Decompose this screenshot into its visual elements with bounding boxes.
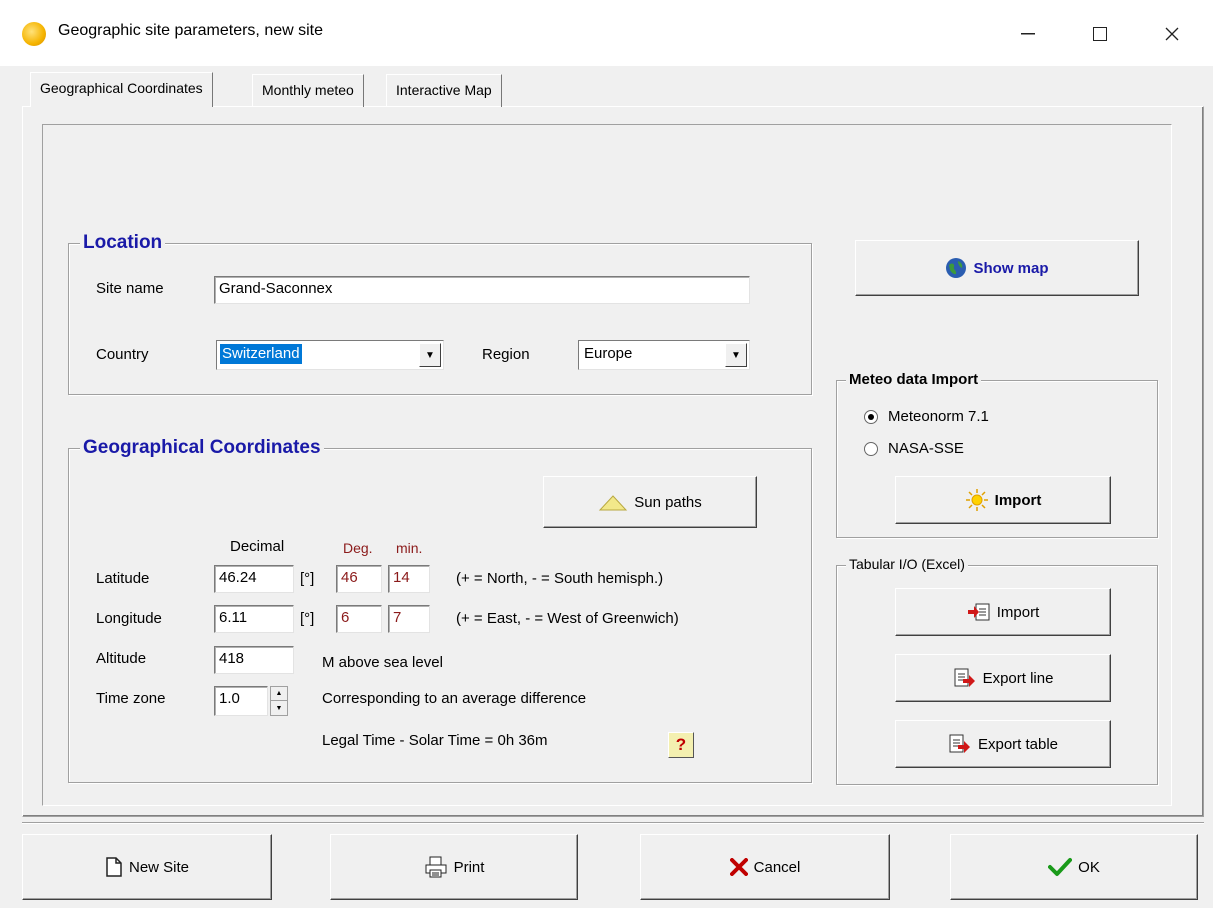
coordinates-legend: Geographical Coordinates [80, 437, 324, 459]
print-button[interactable]: Print [330, 834, 578, 900]
show-map-label: Show map [973, 259, 1049, 277]
export-table-label: Export table [977, 735, 1059, 753]
import-file-icon [967, 603, 990, 621]
site-name-input[interactable]: Grand-Saconnex [214, 276, 750, 304]
tab-interactive-map[interactable]: Interactive Map [386, 74, 502, 107]
location-group [68, 243, 812, 395]
longitude-label: Longitude [96, 610, 162, 627]
timezone-label: Time zone [96, 690, 166, 707]
export-line-label: Export line [982, 669, 1054, 687]
tabular-import-label: Import [996, 603, 1040, 621]
meteonorm-option[interactable]: Meteonorm 7.1 [864, 408, 989, 425]
timezone-input[interactable]: 1.0 [214, 686, 268, 716]
new-site-label: New Site [128, 858, 190, 876]
help-button[interactable]: ? [668, 732, 694, 758]
region-label: Region [482, 346, 530, 363]
ok-label: OK [1078, 858, 1100, 876]
meteo-import-button[interactable]: Import [895, 476, 1111, 524]
chevron-down-icon[interactable]: ▼ [725, 343, 747, 367]
ok-button[interactable]: OK [950, 834, 1198, 900]
print-label: Print [453, 858, 485, 876]
globe-icon [946, 258, 967, 278]
app-icon [22, 22, 46, 46]
footer-separator [22, 822, 1204, 824]
export-file-icon [949, 734, 970, 753]
country-select[interactable]: Switzerland ▼ [216, 340, 444, 370]
export-line-button[interactable]: Export line [895, 654, 1111, 702]
location-legend: Location [80, 232, 166, 254]
longitude-unit: [°] [300, 610, 315, 627]
decimal-header: Decimal [230, 538, 285, 555]
altitude-label: Altitude [96, 650, 147, 667]
minimize-icon [1021, 33, 1035, 35]
maximize-button[interactable] [1070, 14, 1130, 54]
export-file-icon [954, 668, 975, 687]
meteonorm-label: Meteonorm 7.1 [888, 408, 989, 425]
min-header: min. [396, 540, 423, 556]
sun-paths-button[interactable]: Sun paths [543, 476, 757, 528]
checkmark-icon [1048, 858, 1073, 876]
minimize-button[interactable] [998, 14, 1058, 54]
latitude-decimal-input[interactable]: 46.24 [214, 565, 294, 593]
altitude-unit: M above sea level [322, 654, 443, 671]
show-map-button[interactable]: Show map [855, 240, 1139, 296]
tab-geographical-coordinates[interactable]: Geographical Coordinates [30, 72, 213, 107]
close-icon [1165, 27, 1179, 41]
nasa-label: NASA-SSE [888, 440, 964, 457]
radio-unselected-icon[interactable] [864, 441, 878, 456]
window-title: Geographic site parameters, new site [58, 22, 324, 39]
site-name-label: Site name [96, 280, 164, 297]
longitude-deg-input[interactable]: 6 [336, 605, 382, 633]
longitude-hint: (+ = East, - = West of Greenwich) [456, 610, 679, 627]
close-button[interactable] [1142, 14, 1202, 54]
altitude-input[interactable]: 418 [214, 646, 294, 674]
timezone-stepper[interactable]: ▲ ▼ [270, 686, 288, 716]
printer-icon [425, 856, 447, 878]
meteo-import-label: Import [994, 491, 1042, 509]
new-site-button[interactable]: New Site [22, 834, 272, 900]
sun-paths-icon [599, 495, 628, 511]
chevron-down-icon[interactable]: ▼ [419, 343, 441, 367]
new-file-icon [106, 857, 122, 877]
latitude-label: Latitude [96, 570, 150, 587]
longitude-min-input[interactable]: 7 [388, 605, 430, 633]
spin-down-icon[interactable]: ▼ [271, 701, 287, 715]
country-label: Country [96, 346, 149, 363]
cancel-label: Cancel [753, 858, 801, 876]
spin-up-icon[interactable]: ▲ [271, 687, 287, 701]
sun-paths-label: Sun paths [634, 493, 702, 511]
deg-header: Deg. [343, 540, 373, 556]
country-value: Switzerland [220, 344, 302, 364]
tabular-import-button[interactable]: Import [895, 588, 1111, 636]
region-value: Europe [584, 345, 633, 362]
tab-monthly-meteo[interactable]: Monthly meteo [252, 74, 364, 107]
sun-icon [965, 489, 988, 511]
latitude-unit: [°] [300, 570, 315, 587]
region-select[interactable]: Europe ▼ [578, 340, 750, 370]
cancel-button[interactable]: Cancel [640, 834, 890, 900]
latitude-hint: (+ = North, - = South hemisph.) [456, 570, 664, 587]
radio-selected-icon[interactable] [864, 409, 878, 424]
legal-time-text: Legal Time - Solar Time = 0h 36m [322, 732, 548, 749]
latitude-min-input[interactable]: 14 [388, 565, 430, 593]
latitude-deg-input[interactable]: 46 [336, 565, 382, 593]
nasa-option[interactable]: NASA-SSE [864, 440, 964, 457]
meteo-import-legend: Meteo data Import [846, 371, 982, 388]
timezone-hint: Corresponding to an average difference [322, 690, 587, 707]
export-table-button[interactable]: Export table [895, 720, 1111, 768]
longitude-decimal-input[interactable]: 6.11 [214, 605, 294, 633]
maximize-icon [1093, 27, 1107, 41]
tabular-legend: Tabular I/O (Excel) [846, 556, 968, 572]
cancel-x-icon [729, 858, 748, 876]
